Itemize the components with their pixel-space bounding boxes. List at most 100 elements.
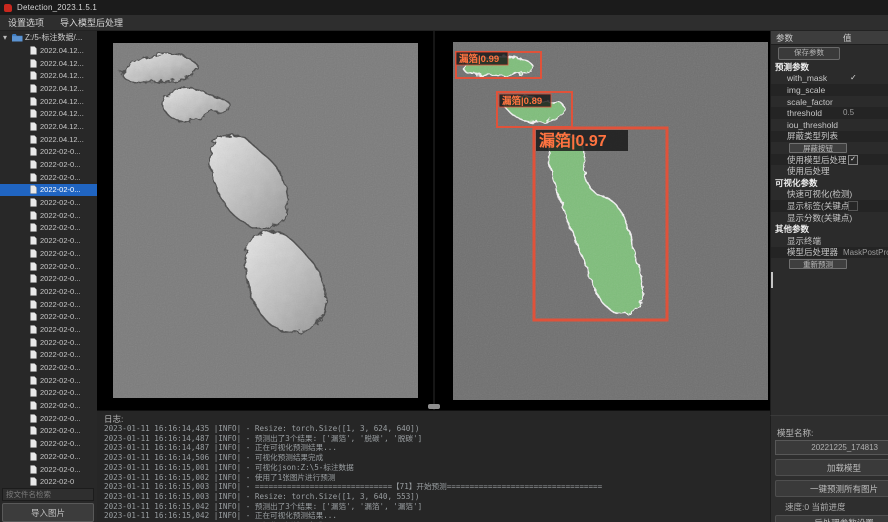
tree-item[interactable]: 2022-02-0... (0, 285, 97, 298)
param-row-fast-visualize[interactable]: 快速可视化(检测) (771, 189, 888, 201)
tree-item[interactable]: 2022-02-0... (0, 450, 97, 463)
filename-search-input[interactable] (2, 488, 94, 501)
tree-item-label: 2022-02-0... (40, 363, 80, 372)
tree-item[interactable]: 2022-02-0... (0, 222, 97, 235)
viewer-splitter[interactable] (433, 31, 435, 410)
tree-item[interactable]: 2022-02-0... (0, 412, 97, 425)
folder-icon (12, 33, 23, 42)
tree-item-label: 2022-02-0... (40, 452, 80, 461)
tree-item[interactable]: 2022-02-0... (0, 247, 97, 260)
save-params-button[interactable]: 保存参数 (778, 47, 840, 60)
tree-item-label: 2022-02-0... (40, 401, 80, 410)
tree-item[interactable]: 2022-02-0... (0, 323, 97, 336)
tree-item[interactable]: 2022-02-0... (0, 310, 97, 323)
param-row-show-labels[interactable]: 显示标签(关键点) (771, 200, 888, 212)
repredict-button[interactable]: 重新预测 (789, 259, 847, 270)
param-row-use-postprocess[interactable]: 使用后处理 (771, 165, 888, 177)
tree-item[interactable]: 2022-02-0... (0, 425, 97, 438)
tree-item[interactable]: 2022-02-0... (0, 171, 97, 184)
detection-label-1: 漏箔|0.99 (459, 53, 499, 65)
file-tree: ▾ Z:/5-标注数据/... 2022.04.12... (0, 31, 97, 487)
tree-item[interactable]: 2022-02-0... (0, 437, 97, 450)
log-line: 2023-01-11 16:16:15,003 |INFO| - Resize:… (104, 492, 766, 502)
file-icon (30, 185, 37, 194)
app-logo-icon (4, 4, 12, 12)
tree-item-label: 2022-02-0... (40, 439, 80, 448)
param-row-scale-factor[interactable]: scale_factor (771, 96, 888, 108)
postprocess-settings-button[interactable]: 后处理参数设置 (775, 515, 888, 522)
import-images-button[interactable]: 导入图片 (2, 503, 94, 522)
load-model-button[interactable]: 加载模型 (775, 459, 888, 476)
menu-item-settings[interactable]: 设置选项 (8, 16, 44, 29)
file-icon (30, 211, 37, 220)
param-row-iou-threshold[interactable]: iou_threshold (771, 119, 888, 131)
parameters-panel: 参数 值 保存参数 预测参数 with_mask ✓ img_scale sca… (770, 31, 888, 415)
tree-item[interactable]: 2022.04.12... (0, 82, 97, 95)
tree-item[interactable]: 2022-02-0... (0, 463, 97, 476)
param-row-with-mask[interactable]: with_mask ✓ (771, 73, 888, 85)
tree-item-label: 2022-02-0... (40, 147, 80, 156)
param-section-visualization: 可视化参数 (771, 177, 888, 189)
tree-item-label: 2022-02-0... (40, 312, 80, 321)
checkbox-use-model-postprocess[interactable]: ✓ (848, 155, 858, 165)
file-icon (30, 414, 37, 423)
file-icon (30, 46, 37, 55)
tree-item[interactable]: 2022.04.12... (0, 120, 97, 133)
tree-item-label: 2022-02-0... (40, 388, 80, 397)
param-row-model-postprocessor[interactable]: 模型后处理器 MaskPostPro (771, 247, 888, 259)
file-icon (30, 325, 37, 334)
caret-down-icon[interactable]: ▾ (3, 33, 10, 42)
tree-item[interactable]: 2022-02-0... (0, 374, 97, 387)
tree-root-label: Z:/5-标注数据/... (25, 32, 82, 43)
tree-item[interactable]: 2022-02-0... (0, 387, 97, 400)
menu-item-import-postprocess[interactable]: 导入模型后处理 (60, 16, 123, 29)
splitter-handle[interactable] (428, 404, 440, 409)
save-params-row: 保存参数 (771, 45, 888, 61)
tree-item[interactable]: 2022-02-0... (0, 209, 97, 222)
tree-item[interactable]: 2022-02-0... (0, 272, 97, 285)
tree-item[interactable]: 2022-02-0... (0, 399, 97, 412)
param-row-show-terminal[interactable]: 显示终端 (771, 235, 888, 247)
tree-item-label: 2022-02-0... (40, 198, 80, 207)
tree-item-label: 2022-02-0... (40, 211, 80, 220)
tree-item[interactable]: 2022.04.12... (0, 44, 97, 57)
checkbox-show-labels[interactable] (848, 201, 858, 211)
tree-item[interactable]: 2022-02-0 (0, 475, 97, 487)
tree-item[interactable]: 2022-02-0... (0, 349, 97, 362)
param-row-threshold[interactable]: threshold 0.5 (771, 107, 888, 119)
tree-item-label: 2022.04.12... (40, 135, 84, 144)
tree-item[interactable]: 2022-02-0... (0, 260, 97, 273)
model-name-field[interactable]: 20221225_174813 (775, 440, 888, 455)
file-icon (30, 262, 37, 271)
check-icon: ✓ (850, 73, 857, 82)
tree-item[interactable]: 2022-02-0... (0, 146, 97, 159)
param-row-img-scale[interactable]: img_scale (771, 84, 888, 96)
file-icon (30, 401, 37, 410)
tree-item[interactable]: 2022-02-0... (0, 234, 97, 247)
param-row-mask-type-list[interactable]: 屏蔽类型列表 (771, 131, 888, 143)
tree-item[interactable]: 2022-02-0... (0, 158, 97, 171)
mask-button[interactable]: 屏蔽按钮 (789, 143, 847, 154)
tree-item[interactable]: 2022-02-0... (0, 361, 97, 374)
tree-item-label: 2022-02-0... (40, 338, 80, 347)
file-icon (30, 350, 37, 359)
tree-item[interactable]: 2022.04.12... (0, 107, 97, 120)
tree-item[interactable]: 2022-02-0... (0, 298, 97, 311)
params-scrollbar-thumb[interactable] (771, 272, 773, 288)
tree-item-label: 2022-02-0... (40, 274, 80, 283)
tree-root-folder[interactable]: ▾ Z:/5-标注数据/... (0, 31, 97, 44)
tree-item[interactable]: 2022.04.12... (0, 57, 97, 70)
menu-bar: 设置选项 导入模型后处理 (0, 15, 888, 31)
tree-item[interactable]: 2022.04.12... (0, 133, 97, 146)
param-row-show-scores[interactable]: 显示分数(关键点) (771, 212, 888, 224)
param-section-predict: 预测参数 (771, 61, 888, 73)
tree-item[interactable]: 2022.04.12... (0, 95, 97, 108)
tree-item[interactable]: 2022-02-0... (0, 336, 97, 349)
predict-all-button[interactable]: 一键预测所有图片 (775, 480, 888, 497)
tree-item[interactable]: 2022.04.12... (0, 69, 97, 82)
tree-item-label: 2022.04.12... (40, 109, 84, 118)
tree-item[interactable]: 2022-02-0... (0, 184, 97, 197)
param-row-use-model-postprocess[interactable]: 使用模型后处理 ✓ (771, 154, 888, 166)
tree-item[interactable]: 2022-02-0... (0, 196, 97, 209)
window-title: Detection_2023.1.5.1 (17, 3, 97, 12)
